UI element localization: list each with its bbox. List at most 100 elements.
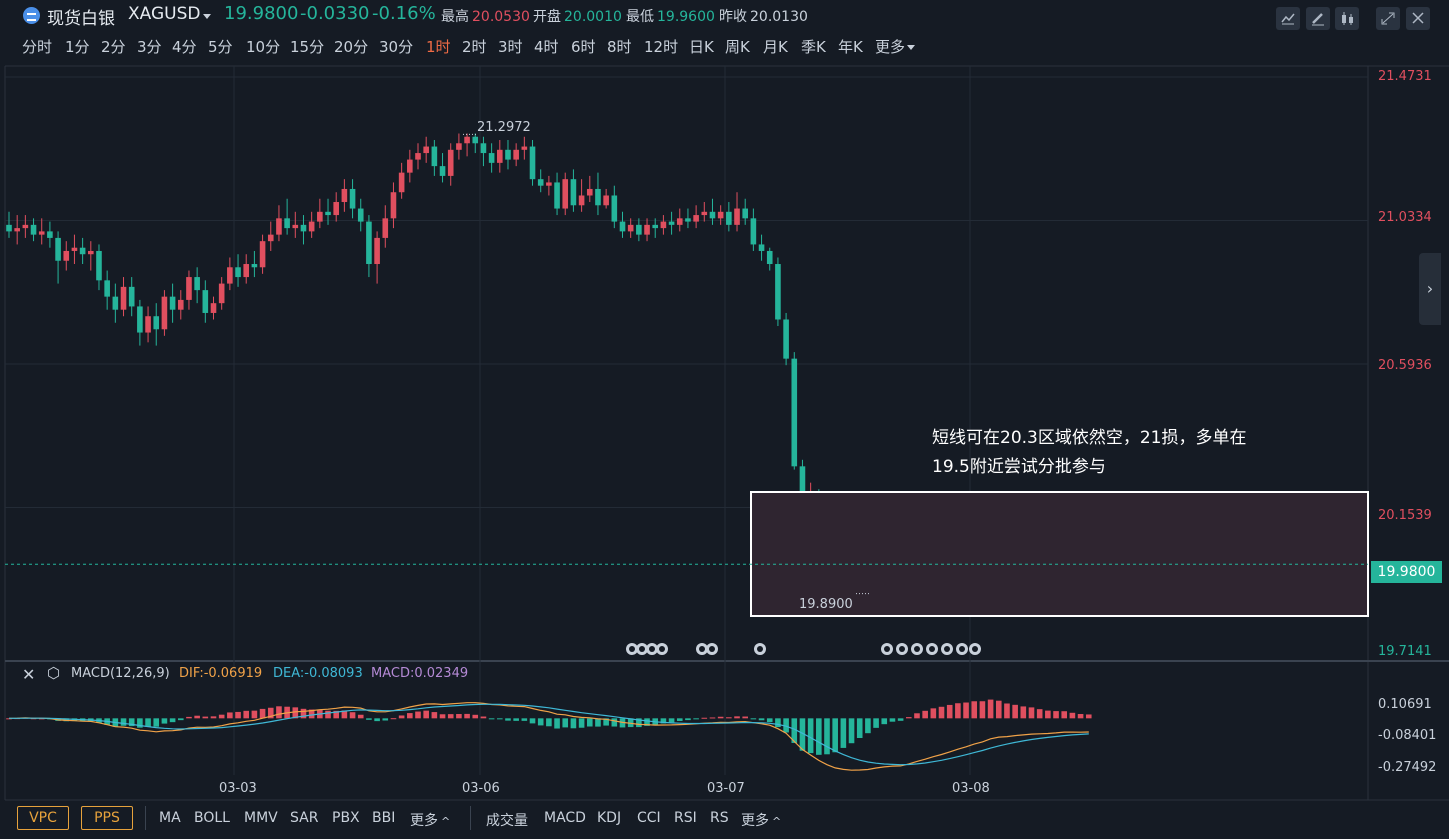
price-tick: 20.1539 xyxy=(1378,508,1432,523)
vpc-button[interactable]: VPC xyxy=(17,806,69,830)
macd-bar xyxy=(161,718,168,724)
price-chart[interactable] xyxy=(0,0,1449,839)
candle xyxy=(186,277,192,300)
candle xyxy=(374,237,380,265)
macd-bar xyxy=(775,718,781,728)
macd-bar xyxy=(979,701,986,719)
indicator-tab[interactable]: BBI xyxy=(372,810,395,826)
candle xyxy=(210,303,217,313)
candle xyxy=(120,286,127,310)
pps-button[interactable]: PPS xyxy=(81,806,133,830)
candle xyxy=(14,228,20,232)
candle xyxy=(276,218,282,235)
indicator-tab[interactable]: RSI xyxy=(674,810,697,826)
candle xyxy=(30,224,37,235)
side-panel-toggle[interactable]: › xyxy=(1419,253,1441,325)
macd-bar xyxy=(259,708,266,719)
macd-bar xyxy=(390,718,397,720)
indicator-tab[interactable]: MMV xyxy=(244,810,278,826)
indicator-tab[interactable]: 成交量 xyxy=(486,810,528,830)
candle xyxy=(578,195,585,206)
candle xyxy=(88,250,94,255)
macd-bar xyxy=(586,718,593,727)
indicator-tab[interactable]: MA xyxy=(159,810,181,826)
candle xyxy=(415,153,421,160)
candle xyxy=(652,224,659,229)
macd-bar xyxy=(251,710,258,719)
divider xyxy=(145,806,146,830)
candle xyxy=(259,241,266,268)
macd-bar xyxy=(325,710,331,719)
candle xyxy=(570,179,577,206)
macd-bar xyxy=(995,700,1002,719)
candle xyxy=(676,218,683,225)
macd-bar xyxy=(210,716,217,719)
annotation-line: 19.5附近尝试分批参与 xyxy=(932,457,1106,477)
candle xyxy=(38,231,45,235)
settings-icon[interactable]: ⬡ xyxy=(47,664,60,682)
candle xyxy=(791,358,798,467)
date-tick: 03-07 xyxy=(707,781,745,796)
candle xyxy=(357,208,364,222)
candle xyxy=(537,179,544,186)
candle xyxy=(308,221,315,232)
price-tick: 20.5936 xyxy=(1378,358,1432,373)
candle xyxy=(390,192,397,219)
indicator-tab[interactable]: KDJ xyxy=(597,810,621,826)
macd-bar xyxy=(938,706,945,719)
event-badge-icon xyxy=(649,646,655,652)
candle xyxy=(55,237,61,261)
macd-bar xyxy=(742,716,748,719)
date-tick: 03-08 xyxy=(952,781,990,796)
macd-bar xyxy=(374,718,380,722)
indicator-tab[interactable]: MACD xyxy=(544,810,586,826)
indicator-tab[interactable]: SAR xyxy=(290,810,318,826)
macd-bar xyxy=(701,717,708,719)
annotation-text[interactable]: 短线可在20.3区域依然空，21损，多单在 19.5附近尝试分批参与 xyxy=(932,424,1246,482)
macd-bar xyxy=(889,718,896,722)
macd-bar xyxy=(816,718,822,755)
candle xyxy=(227,267,233,284)
indicator-tab[interactable]: BOLL xyxy=(194,810,230,826)
macd-bar xyxy=(1020,706,1027,719)
divider xyxy=(470,806,471,830)
candle xyxy=(505,149,511,160)
candle xyxy=(325,211,331,216)
macd-bar xyxy=(546,718,552,727)
close-icon[interactable]: ✕ xyxy=(22,665,35,684)
candle xyxy=(292,224,299,229)
macd-bar xyxy=(897,718,904,721)
candle xyxy=(758,244,765,251)
chevron-up-icon: ^ xyxy=(772,815,782,828)
candle xyxy=(194,277,200,291)
indicator-tab[interactable]: RS xyxy=(710,810,729,826)
macd-bar xyxy=(1061,711,1068,719)
candle xyxy=(145,316,151,333)
event-badge-icon xyxy=(639,646,645,652)
macd-bar xyxy=(578,718,585,728)
candle xyxy=(603,195,609,206)
event-badge-icon xyxy=(709,646,715,652)
macd-bar xyxy=(562,718,569,728)
candle xyxy=(398,172,405,193)
candle xyxy=(766,250,773,265)
macd-bar xyxy=(848,718,855,744)
candle xyxy=(546,182,552,186)
indicator-tab[interactable]: PBX xyxy=(332,810,360,826)
event-badge-icon xyxy=(659,646,665,652)
macd-bar xyxy=(906,717,912,719)
macd-bar xyxy=(537,718,544,726)
price-tick: 21.4731 xyxy=(1378,69,1432,84)
macd-dea: DEA:-0.08093 xyxy=(273,666,363,681)
candle xyxy=(366,221,372,265)
indicator-tab[interactable]: 更多 ^ xyxy=(410,810,450,830)
macd-bar xyxy=(415,711,421,719)
macd-bar xyxy=(177,718,184,721)
macd-bar xyxy=(881,718,888,725)
macd-bar xyxy=(750,718,757,720)
event-badge-icon xyxy=(929,646,935,652)
candle xyxy=(63,250,70,261)
indicator-tab[interactable]: CCI xyxy=(637,810,661,826)
indicator-tab[interactable]: 更多 ^ xyxy=(741,810,781,830)
macd-bar xyxy=(423,710,429,719)
